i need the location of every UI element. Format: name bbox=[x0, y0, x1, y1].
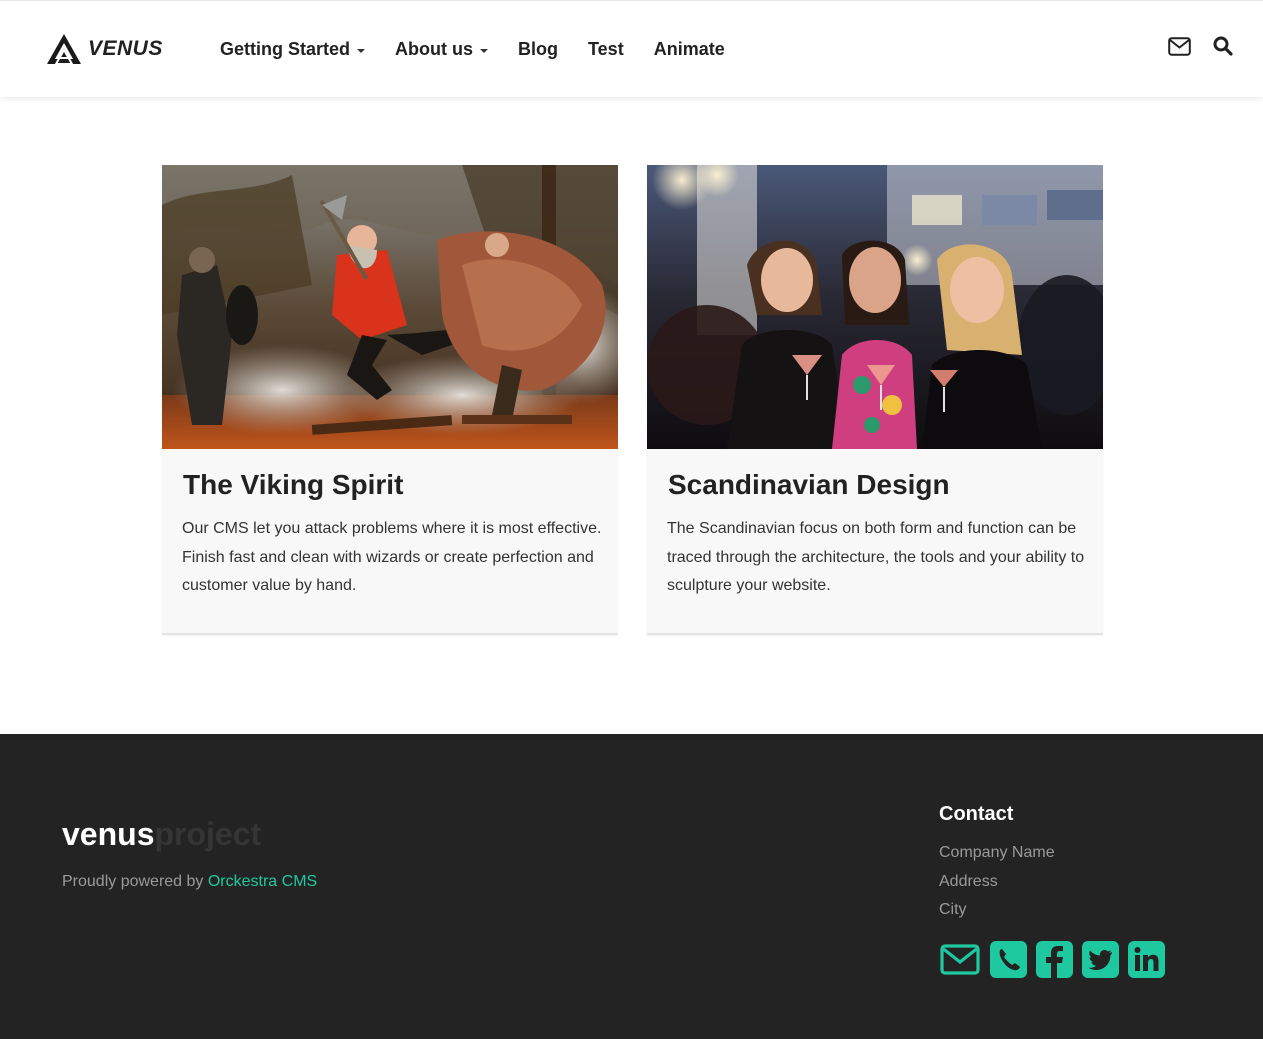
contact-company-name: Company Name bbox=[939, 844, 1055, 861]
powered-by-text: Proudly powered by Orckestra CMS bbox=[62, 873, 317, 891]
nav-item-label: Test bbox=[588, 39, 624, 59]
chevron-down-icon bbox=[357, 48, 366, 53]
contact-city: City bbox=[939, 901, 967, 918]
site-header: VENUS Getting Started About us Blog Test… bbox=[0, 0, 1263, 97]
orckestra-cms-link[interactable]: Orckestra CMS bbox=[208, 873, 317, 890]
main-nav: Getting Started About us Blog Test Anima… bbox=[220, 39, 755, 60]
venus-logo-icon bbox=[47, 34, 81, 65]
nav-item-label: Animate bbox=[653, 39, 725, 59]
nav-item-label: Blog bbox=[518, 39, 559, 59]
nav-item-label: Getting Started bbox=[220, 39, 351, 59]
nav-item-animate[interactable]: Animate bbox=[654, 39, 725, 60]
contact-title: Contact bbox=[939, 803, 1014, 825]
logo[interactable]: VENUS bbox=[46, 33, 163, 65]
card-text: Our CMS let you attack problems where it… bbox=[182, 520, 602, 594]
mail-icon[interactable] bbox=[1168, 36, 1191, 56]
vikings-jumping-photo bbox=[162, 165, 618, 449]
card-scandinavian-design: Scandinavian Design The Scandinavian foc… bbox=[647, 165, 1103, 635]
envelope-icon[interactable] bbox=[939, 941, 981, 978]
card-title: Scandinavian Design bbox=[668, 469, 950, 500]
nav-item-label: About us bbox=[395, 39, 474, 59]
nav-item-getting-started[interactable]: Getting Started bbox=[220, 39, 366, 60]
header-icons bbox=[1146, 36, 1233, 56]
nav-item-about-us[interactable]: About us bbox=[395, 39, 489, 60]
card-text: The Scandinavian focus on both form and … bbox=[667, 520, 1085, 594]
linkedin-icon[interactable] bbox=[1128, 941, 1165, 978]
nav-item-blog[interactable]: Blog bbox=[518, 39, 558, 60]
chevron-down-icon bbox=[480, 48, 489, 53]
women-laughing-with-cocktails-photo bbox=[647, 165, 1103, 449]
facebook-icon[interactable] bbox=[1036, 941, 1073, 978]
card-viking-spirit: The Viking Spirit Our CMS let you attack… bbox=[162, 165, 618, 635]
logo-text: VENUS bbox=[88, 37, 163, 60]
phone-icon[interactable] bbox=[990, 941, 1027, 978]
twitter-icon[interactable] bbox=[1082, 941, 1119, 978]
social-icons bbox=[939, 941, 1174, 978]
contact-address: Address bbox=[939, 873, 998, 890]
nav-item-test[interactable]: Test bbox=[588, 39, 624, 60]
footer-brand-main: venus bbox=[62, 816, 155, 852]
powered-by-prefix: Proudly powered by bbox=[62, 873, 208, 890]
card-title: The Viking Spirit bbox=[183, 469, 404, 500]
search-icon[interactable] bbox=[1213, 36, 1233, 56]
footer-brand: venusproject bbox=[62, 816, 261, 853]
footer-brand-sub: project bbox=[154, 816, 262, 852]
site-footer: venusproject Proudly powered by Orckestr… bbox=[0, 734, 1263, 1039]
